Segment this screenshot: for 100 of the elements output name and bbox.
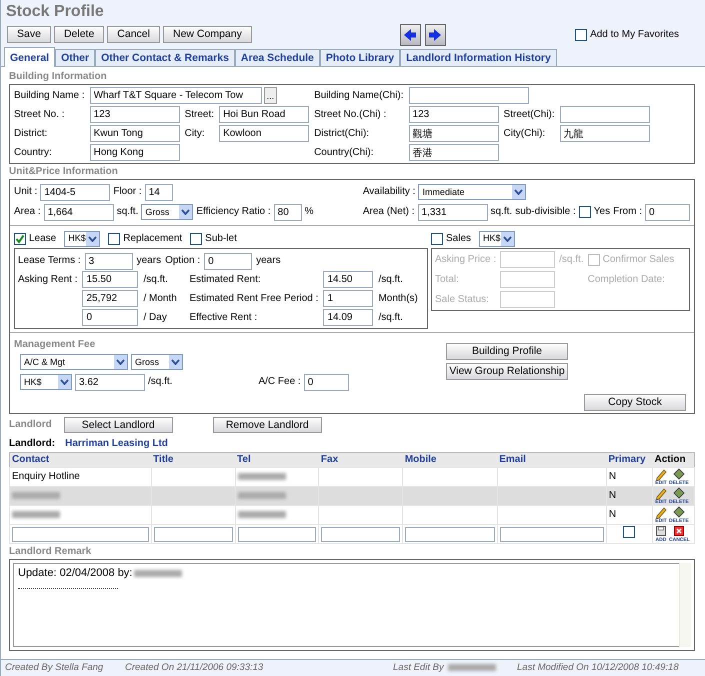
text-field[interactable] <box>500 526 604 542</box>
text-field[interactable]: Hong Kong <box>90 144 180 161</box>
checkbox[interactable] <box>575 28 588 40</box>
text-field[interactable]: Kowloon <box>219 125 310 142</box>
text-field[interactable]: 15.50 <box>82 271 138 288</box>
browse-button[interactable]: ... <box>264 87 278 104</box>
arrow-left-icon <box>403 28 418 42</box>
next-button[interactable] <box>424 24 446 46</box>
checkbox-label[interactable]: Add to My Favorites <box>590 28 679 40</box>
checkbox[interactable] <box>578 206 591 218</box>
text-field[interactable] <box>238 526 316 542</box>
text-field[interactable]: 1404-5 <box>40 184 110 200</box>
text-field[interactable]: 80 <box>274 204 302 220</box>
field-label: sq.ft. <box>490 206 512 218</box>
text-field[interactable]: 14 <box>144 184 173 200</box>
copy-stock-button[interactable]: Copy Stock <box>584 394 686 411</box>
checkbox[interactable] <box>14 232 26 244</box>
tab[interactable]: Landlord Information History <box>400 49 557 66</box>
text-field[interactable] <box>405 526 495 542</box>
toolbar-button[interactable]: Save <box>7 26 51 43</box>
blurred-text <box>238 472 286 480</box>
text-field[interactable] <box>560 106 650 123</box>
field-label: Street No.(Chi) : <box>314 108 388 120</box>
dropdown[interactable]: A/C & Mgt <box>20 354 128 370</box>
tab[interactable]: Other Contact & Remarks <box>95 49 235 66</box>
text-field[interactable]: 觀塘 <box>408 125 499 142</box>
toolbar-button[interactable]: Cancel <box>107 26 160 43</box>
field-label: years <box>256 255 281 267</box>
text-field[interactable]: 3.62 <box>75 374 145 390</box>
field-label: Sale Status: <box>435 294 490 306</box>
scrollbar[interactable] <box>679 563 691 647</box>
landlord-button[interactable]: Select Landlord <box>64 417 173 433</box>
text-field[interactable] <box>408 87 529 104</box>
action-button[interactable]: View Group Relationship <box>446 363 568 380</box>
checkbox[interactable] <box>108 232 120 244</box>
remark-text: Update: 02/04/2008 by: <box>18 567 132 580</box>
caret-icon <box>116 359 125 365</box>
field-label: Asking Rent : <box>18 274 78 286</box>
checkbox-label[interactable]: Sub-let <box>205 232 237 244</box>
text-field[interactable]: 0 <box>204 252 252 270</box>
tab[interactable]: General <box>4 47 56 67</box>
dropdown[interactable]: HK$ <box>20 374 72 390</box>
section-title: Unit&Price Information <box>9 166 119 178</box>
text-field[interactable]: 25,792 <box>82 290 138 307</box>
text-field[interactable]: 0 <box>304 374 349 390</box>
pencil-icon <box>654 506 667 519</box>
checkbox[interactable] <box>190 232 202 244</box>
field-label: Street No. : <box>14 108 66 120</box>
dropdown[interactable]: HK$ <box>64 230 100 246</box>
action-button[interactable]: Building Profile <box>446 343 568 360</box>
diamond-icon <box>672 487 685 500</box>
landlord-name[interactable]: Harriman Leasing Ltd <box>65 438 168 450</box>
text-field[interactable]: 0 <box>82 309 138 326</box>
pencil-icon <box>654 487 667 500</box>
text-field[interactable]: 123 <box>90 106 180 123</box>
dropdown[interactable]: Gross <box>141 204 194 220</box>
text-field[interactable]: 1,331 <box>418 204 488 220</box>
column-header: Fax <box>318 452 403 468</box>
checkbox[interactable] <box>623 526 636 538</box>
text-field[interactable] <box>321 526 400 542</box>
blurred-text <box>238 492 286 499</box>
dropdown[interactable]: Gross <box>131 354 183 370</box>
text-field[interactable]: 1 <box>323 290 374 307</box>
footer-text: Last Modified On 10/12/2008 10:49:18 <box>517 662 680 674</box>
footer-text: Created By Stella Fang <box>5 662 104 674</box>
footer-text: Created On 21/11/2006 09:33:13 <box>125 662 264 674</box>
text-field[interactable] <box>12 526 149 542</box>
blurred-text <box>12 492 60 499</box>
checkbox-label[interactable]: Lease <box>29 232 56 244</box>
text-field[interactable]: Kwun Tong <box>90 125 180 142</box>
tab[interactable]: Photo Library <box>320 49 400 66</box>
toolbar-button[interactable]: New Company <box>162 26 252 43</box>
text-field[interactable]: 123 <box>408 106 499 123</box>
checkbox-label[interactable]: Yes <box>594 206 610 218</box>
field-label: years <box>136 255 162 267</box>
field-label: /sq.ft. <box>378 274 404 286</box>
text-field[interactable]: 14.09 <box>323 309 374 326</box>
previous-button[interactable] <box>400 24 421 46</box>
text-field[interactable]: 九龍 <box>560 125 650 142</box>
text-field[interactable]: 0 <box>645 204 690 220</box>
field-label: /sq.ft. <box>559 254 584 266</box>
text-field[interactable] <box>154 526 233 542</box>
field-label: Completion Date: <box>588 274 666 286</box>
text-field[interactable]: 香港 <box>408 144 499 161</box>
text-field[interactable]: Hoi Bun Road <box>219 106 310 123</box>
text-field[interactable]: 1,664 <box>44 204 114 220</box>
remark-textarea[interactable]: Update: 02/04/2008 by: <box>13 563 679 647</box>
toolbar-button[interactable]: Delete <box>54 26 104 43</box>
landlord-button[interactable]: Remove Landlord <box>212 417 322 433</box>
text-field[interactable]: 3 <box>84 252 133 270</box>
dropdown[interactable]: Immediate <box>418 184 526 200</box>
tab[interactable]: Area Schedule <box>234 49 320 66</box>
text-field[interactable]: 14.50 <box>323 271 374 288</box>
checkbox-label[interactable]: Replacement <box>123 232 182 244</box>
column-header: Email <box>497 452 606 468</box>
tab[interactable]: Other <box>55 49 96 66</box>
field-label: Building Name : <box>14 90 85 102</box>
field-label: Street: <box>184 108 214 120</box>
text-field[interactable]: Wharf T&T Square - Telecom Tow <box>90 87 262 104</box>
field-label: Month(s) <box>378 292 418 304</box>
